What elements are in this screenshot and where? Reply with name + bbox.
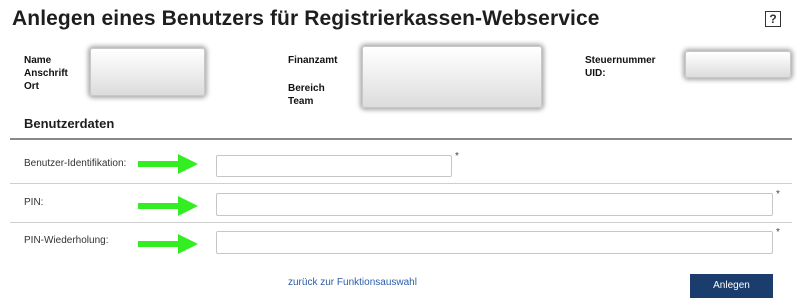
info-labels-tax: Steuernummer UID: bbox=[585, 54, 656, 80]
label-tax-number: Steuernummer bbox=[585, 55, 656, 66]
create-button[interactable]: Anlegen bbox=[690, 274, 773, 298]
section-title: Benutzerdaten bbox=[24, 116, 115, 131]
back-to-functions-link[interactable]: zurück zur Funktionsauswahl bbox=[288, 277, 417, 288]
label-city: Ort bbox=[24, 81, 39, 92]
page-title: Anlegen eines Benutzers für Registrierka… bbox=[12, 7, 600, 30]
pin-label: PIN: bbox=[24, 197, 44, 208]
green-arrow-icon bbox=[138, 234, 198, 254]
required-marker: * bbox=[776, 227, 780, 238]
user-id-input[interactable] bbox=[216, 155, 452, 177]
label-uid: UID: bbox=[585, 68, 606, 79]
help-icon[interactable]: ? bbox=[765, 11, 781, 27]
label-tax-office: Finanzamt bbox=[288, 55, 338, 66]
row-divider bbox=[10, 183, 792, 184]
green-arrow-icon bbox=[138, 196, 198, 216]
pin-input[interactable] bbox=[216, 193, 773, 216]
required-marker: * bbox=[776, 189, 780, 200]
redacted-name-box bbox=[90, 48, 205, 96]
label-area: Bereich bbox=[288, 83, 325, 94]
info-labels-area: Bereich Team bbox=[288, 82, 325, 108]
label-name: Name bbox=[24, 55, 52, 66]
required-marker: * bbox=[455, 151, 459, 162]
info-labels-name: Name Anschrift Ort bbox=[24, 54, 68, 93]
row-divider bbox=[10, 222, 792, 223]
section-divider bbox=[10, 138, 792, 140]
user-id-label: Benutzer-Identifikation: bbox=[24, 158, 127, 169]
redacted-office-box bbox=[362, 46, 542, 108]
label-team: Team bbox=[288, 96, 314, 107]
redacted-tax-box bbox=[685, 51, 791, 78]
pin-repeat-label: PIN-Wiederholung: bbox=[24, 235, 109, 246]
label-address: Anschrift bbox=[24, 68, 68, 79]
pin-repeat-input[interactable] bbox=[216, 231, 773, 254]
green-arrow-icon bbox=[138, 154, 198, 174]
